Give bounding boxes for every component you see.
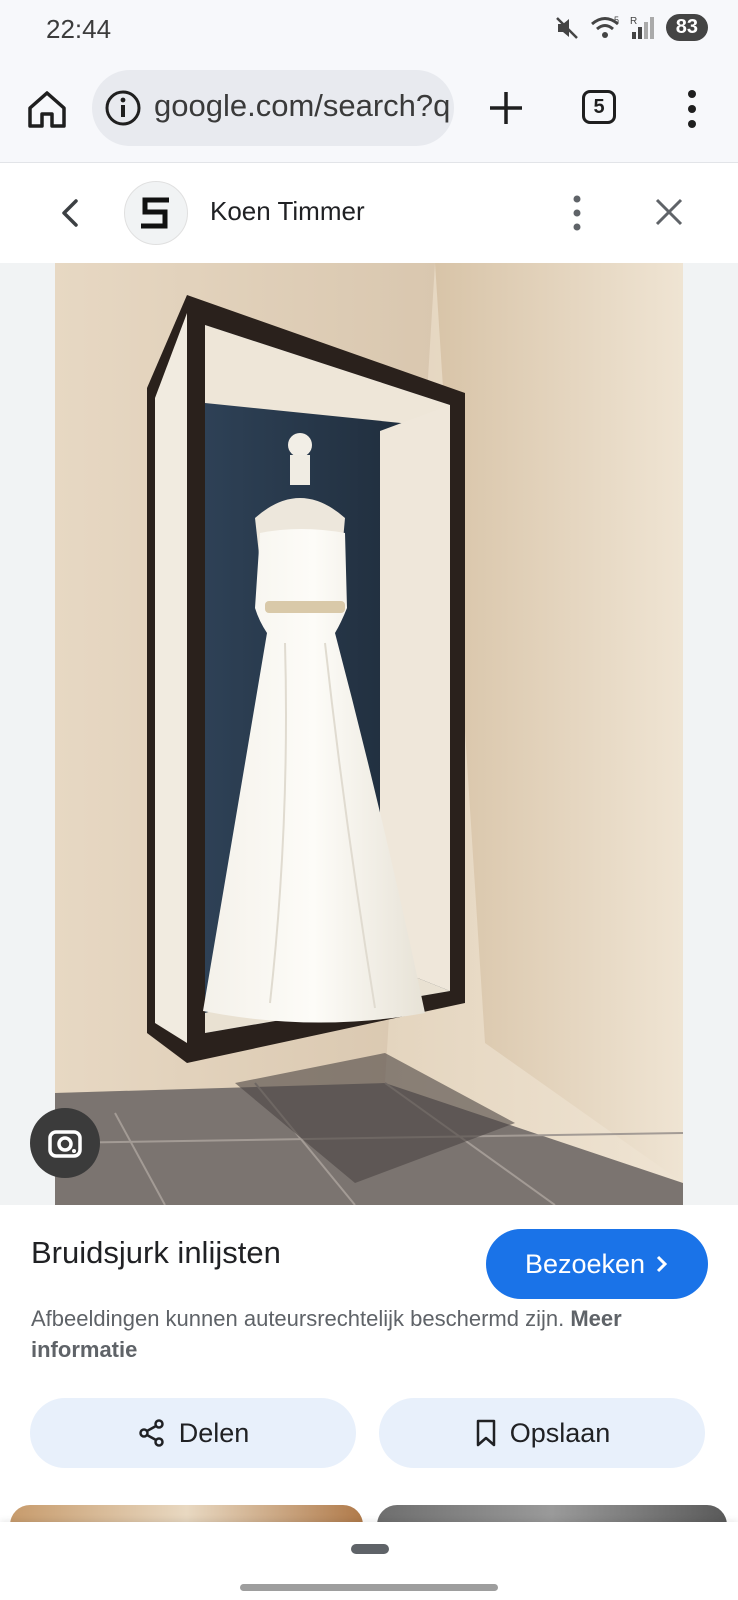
image-title: Bruidsjurk inlijsten bbox=[31, 1235, 281, 1270]
related-image-thumbnail[interactable] bbox=[377, 1505, 727, 1523]
browser-toolbar: google.com/search?q=bruidsjurk+inlijsten… bbox=[0, 60, 738, 163]
status-icons: 5 R 83 bbox=[554, 14, 708, 41]
share-label: Delen bbox=[178, 1417, 250, 1448]
url-text[interactable]: google.com/search?q=bruidsjurk+inlijsten bbox=[154, 88, 450, 124]
related-images-strip bbox=[0, 1505, 738, 1523]
bottom-sheet bbox=[0, 1522, 738, 1600]
image-info-panel: Bruidsjurk inlijsten Bezoeken Afbeelding… bbox=[0, 1205, 738, 1505]
save-label: Opslaan bbox=[509, 1417, 611, 1448]
info-icon[interactable] bbox=[104, 89, 142, 127]
tab-switcher-button[interactable]: 5 bbox=[582, 90, 616, 124]
wifi-band-label: 5 bbox=[614, 15, 619, 25]
home-icon[interactable] bbox=[24, 86, 70, 132]
source-logo[interactable] bbox=[124, 181, 188, 245]
signal-icon: R bbox=[630, 16, 654, 39]
more-options-icon[interactable] bbox=[562, 191, 592, 235]
system-gesture-bar[interactable] bbox=[240, 1584, 498, 1591]
visit-button[interactable]: Bezoeken bbox=[486, 1229, 708, 1299]
status-bar: 22:44 5 R 83 bbox=[0, 0, 738, 60]
save-button[interactable]: Opslaan bbox=[379, 1398, 705, 1468]
new-tab-icon[interactable] bbox=[484, 86, 528, 130]
mute-icon bbox=[555, 16, 578, 39]
bookmark-icon bbox=[476, 1419, 495, 1447]
copyright-text: Afbeeldingen kunnen auteursrechtelijk be… bbox=[31, 1306, 565, 1331]
chevron-right-icon bbox=[656, 1255, 668, 1273]
image-preview-area bbox=[0, 263, 738, 1205]
back-icon[interactable] bbox=[52, 193, 88, 233]
roaming-label: R bbox=[630, 16, 637, 27]
image-viewer-header: Koen Timmer bbox=[0, 163, 738, 263]
bracket-logo-icon bbox=[141, 197, 169, 229]
source-name[interactable]: Koen Timmer bbox=[210, 196, 365, 227]
share-button[interactable]: Delen bbox=[30, 1398, 356, 1468]
close-icon[interactable] bbox=[652, 195, 686, 229]
battery-indicator: 83 bbox=[665, 14, 708, 41]
clock: 22:44 bbox=[46, 14, 112, 44]
browser-menu-icon[interactable] bbox=[680, 86, 704, 132]
related-image-thumbnail[interactable] bbox=[10, 1505, 363, 1523]
google-lens-button[interactable] bbox=[30, 1108, 100, 1178]
url-bar[interactable]: google.com/search?q=bruidsjurk+inlijsten bbox=[92, 70, 454, 146]
visit-label: Bezoeken bbox=[524, 1248, 646, 1279]
wedding-dress-photo[interactable] bbox=[55, 263, 683, 1205]
share-icon bbox=[138, 1419, 164, 1447]
lens-camera-icon bbox=[48, 1130, 82, 1158]
sheet-drag-handle[interactable] bbox=[351, 1544, 389, 1554]
copyright-notice: Afbeeldingen kunnen auteursrechtelijk be… bbox=[31, 1303, 691, 1365]
wifi-icon: 5 bbox=[590, 15, 619, 38]
